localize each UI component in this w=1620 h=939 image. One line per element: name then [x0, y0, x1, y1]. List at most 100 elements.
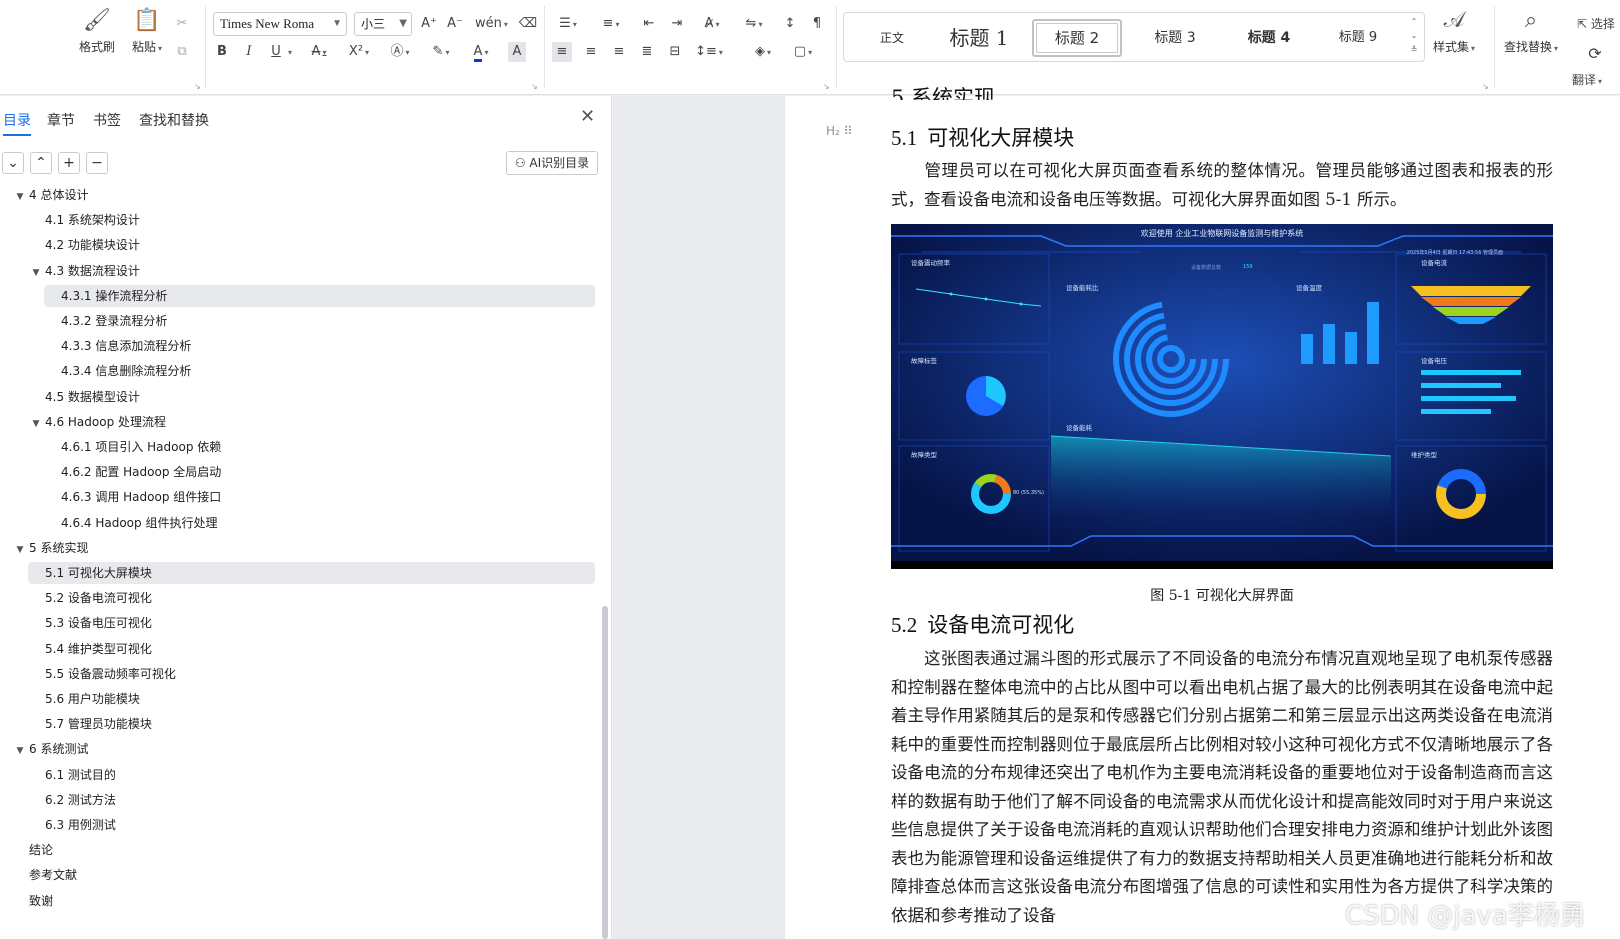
clipboard-dialog-launcher-icon[interactable]: ↘: [194, 82, 201, 91]
decrease-font-icon[interactable]: A⁻: [446, 14, 464, 34]
tab-bookmarks[interactable]: 书签: [93, 110, 121, 130]
style-heading-3[interactable]: 标题 3: [1130, 19, 1220, 57]
toc-scrollbar[interactable]: [602, 606, 608, 939]
text-effect-icon[interactable]: Ⓐ ▾: [386, 42, 414, 62]
style-set-button[interactable]: 𝒜 样式集 ▾: [1428, 8, 1480, 55]
underline-button[interactable]: U: [268, 42, 284, 62]
style-heading-1[interactable]: 标题 1: [934, 19, 1024, 57]
bullet-list-icon[interactable]: ☰ ▾: [553, 14, 583, 34]
align-right-icon[interactable]: ≡: [610, 42, 628, 62]
tab-find-replace[interactable]: 查找和替换: [139, 110, 209, 130]
toc-item[interactable]: 5.4 维护类型可视化: [30, 638, 152, 660]
find-replace-button[interactable]: ⌕ 查找替换 ▾: [1498, 8, 1564, 55]
toc-item[interactable]: ▼ 6 系统测试: [14, 738, 89, 762]
toc-item[interactable]: ▼ 5 系统实现: [14, 537, 89, 561]
format-painter-button[interactable]: 🖌 格式刷: [75, 8, 119, 55]
paste-button[interactable]: 📋 粘贴 ▾: [123, 8, 171, 55]
toc-item[interactable]: ▼ 4.6 Hadoop 处理流程: [30, 411, 166, 433]
paragraph-dialog-launcher-icon[interactable]: ↘: [823, 82, 830, 91]
chevron-down-icon[interactable]: ▾: [284, 42, 294, 62]
styles-scroll[interactable]: ⌃ ⌄ ≚: [1408, 15, 1420, 57]
toc-item[interactable]: 5.2 设备电流可视化: [30, 587, 152, 609]
styles-dialog-launcher-icon[interactable]: ↘: [1482, 82, 1489, 91]
toc-item[interactable]: 4.3.1 操作流程分析: [44, 284, 595, 307]
paragraph-intro[interactable]: 管理员可以在可视化大屏页面查看系统的整体情况。管理员能够通过图表和报表的形式，查…: [891, 157, 1553, 214]
font-name-select[interactable]: Times New Roma ▼: [213, 12, 347, 36]
show-marks-icon[interactable]: ¶: [808, 14, 826, 34]
tab-toc[interactable]: 目录: [3, 110, 31, 136]
align-left-icon[interactable]: ≡: [552, 42, 572, 62]
toc-item[interactable]: 5.6 用户功能模块: [30, 688, 140, 710]
select-button[interactable]: ⇱ 选择: [1577, 14, 1620, 34]
toc-item[interactable]: 4.5 数据模型设计: [30, 386, 140, 408]
style-heading-4[interactable]: 标题 4: [1224, 19, 1314, 57]
close-icon[interactable]: ✕: [580, 106, 595, 127]
toc-item[interactable]: 4.6.4 Hadoop 组件执行处理: [46, 512, 217, 534]
toc-item[interactable]: 结论: [14, 839, 53, 861]
font-color-icon[interactable]: A ▾: [467, 42, 495, 62]
font-size-select[interactable]: 小三 ▼: [354, 12, 412, 36]
border-icon[interactable]: ▢ ▾: [788, 42, 818, 62]
copy-icon[interactable]: ⧉: [172, 42, 192, 62]
chinese-layout-icon[interactable]: A̷ ▾: [697, 14, 727, 34]
bold-button[interactable]: B: [214, 42, 230, 62]
style-heading-9[interactable]: 标题 9: [1318, 19, 1398, 57]
sort-icon[interactable]: ↕: [781, 14, 799, 34]
toc-item[interactable]: ▼ 4 总体设计: [14, 184, 89, 208]
clear-format-icon[interactable]: ⌫: [518, 14, 538, 34]
toc-toggle-icon[interactable]: ▼: [14, 186, 26, 208]
toc-item[interactable]: 5.7 管理员功能模块: [30, 713, 152, 735]
superscript-button[interactable]: X² ▾: [345, 42, 373, 62]
add-heading-button[interactable]: +: [58, 152, 80, 174]
increase-indent-icon[interactable]: ⇥: [668, 14, 686, 34]
toc-item[interactable]: 4.1 系统架构设计: [30, 209, 140, 231]
toc-toggle-icon[interactable]: ▼: [14, 740, 26, 762]
toc-item[interactable]: 6.3 用例测试: [30, 814, 116, 836]
font-dialog-launcher-icon[interactable]: ↘: [531, 82, 538, 91]
text-direction-icon[interactable]: ⇋ ▾: [739, 14, 769, 34]
translate-icon[interactable]: ⟳: [1585, 44, 1605, 64]
decrease-indent-icon[interactable]: ⇤: [640, 14, 658, 34]
cut-icon[interactable]: ✂: [172, 14, 192, 34]
distributed-align-icon[interactable]: ⊟: [666, 42, 684, 62]
toc-toggle-icon[interactable]: ▼: [14, 539, 26, 561]
toc-item[interactable]: 5.1 可视化大屏模块: [28, 562, 595, 584]
heading-level-marker[interactable]: H₂ ⠿: [826, 124, 852, 138]
numbered-list-icon[interactable]: ≡ ▾: [596, 14, 626, 34]
toc-item[interactable]: 4.6.1 项目引入 Hadoop 依赖: [46, 436, 221, 458]
char-shading-icon[interactable]: A: [508, 42, 526, 62]
toc-item[interactable]: 6.2 测试方法: [30, 789, 116, 811]
toc-item[interactable]: ▼ 4.3 数据流程设计: [30, 260, 140, 282]
translate-button[interactable]: 翻译 ▾: [1572, 70, 1620, 90]
style-heading-2[interactable]: 标题 2: [1032, 19, 1122, 57]
italic-button[interactable]: I: [241, 42, 257, 62]
toc-item[interactable]: 致谢: [14, 890, 53, 912]
align-center-icon[interactable]: ≡: [582, 42, 600, 62]
toc-item[interactable]: 4.3.3 信息添加流程分析: [46, 335, 191, 357]
ai-toc-button[interactable]: ⚇ AI识别目录: [506, 151, 598, 175]
phonetic-guide-icon[interactable]: wén ▾: [475, 14, 508, 34]
expand-up-button[interactable]: ⌃: [30, 152, 52, 174]
toc-toggle-icon[interactable]: ▼: [30, 262, 42, 284]
strikethrough-icon[interactable]: A ▾: [306, 42, 332, 62]
styles-more-icon[interactable]: ≚: [1408, 43, 1420, 57]
heading-5-2[interactable]: 5.2 设备电流可视化: [891, 609, 1074, 639]
chevron-down-icon[interactable]: ⌄: [1408, 29, 1420, 43]
toc-item[interactable]: 4.6.3 调用 Hadoop 组件接口: [46, 486, 221, 508]
remove-heading-button[interactable]: −: [86, 152, 108, 174]
shading-icon[interactable]: ◈ ▾: [748, 42, 778, 62]
increase-font-icon[interactable]: A⁺: [420, 14, 438, 34]
chevron-up-icon[interactable]: ⌃: [1408, 15, 1420, 29]
toc-toggle-icon[interactable]: ▼: [30, 413, 42, 435]
toc-item[interactable]: 4.3.4 信息删除流程分析: [46, 360, 191, 382]
toc-item[interactable]: 4.2 功能模块设计: [30, 234, 140, 256]
heading-5-1[interactable]: 5.1 可视化大屏模块: [891, 122, 1074, 152]
collapse-all-button[interactable]: ⌄: [2, 152, 24, 174]
line-spacing-icon[interactable]: ↕≡ ▾: [694, 42, 724, 62]
toc-item[interactable]: 4.3.2 登录流程分析: [46, 310, 167, 332]
toc-item[interactable]: 4.6.2 配置 Hadoop 全局启动: [46, 461, 221, 483]
style-normal[interactable]: 正文: [862, 19, 922, 57]
tab-chapters[interactable]: 章节: [47, 110, 75, 130]
justify-icon[interactable]: ≣: [638, 42, 656, 62]
toc-item[interactable]: 5.3 设备电压可视化: [30, 612, 152, 634]
